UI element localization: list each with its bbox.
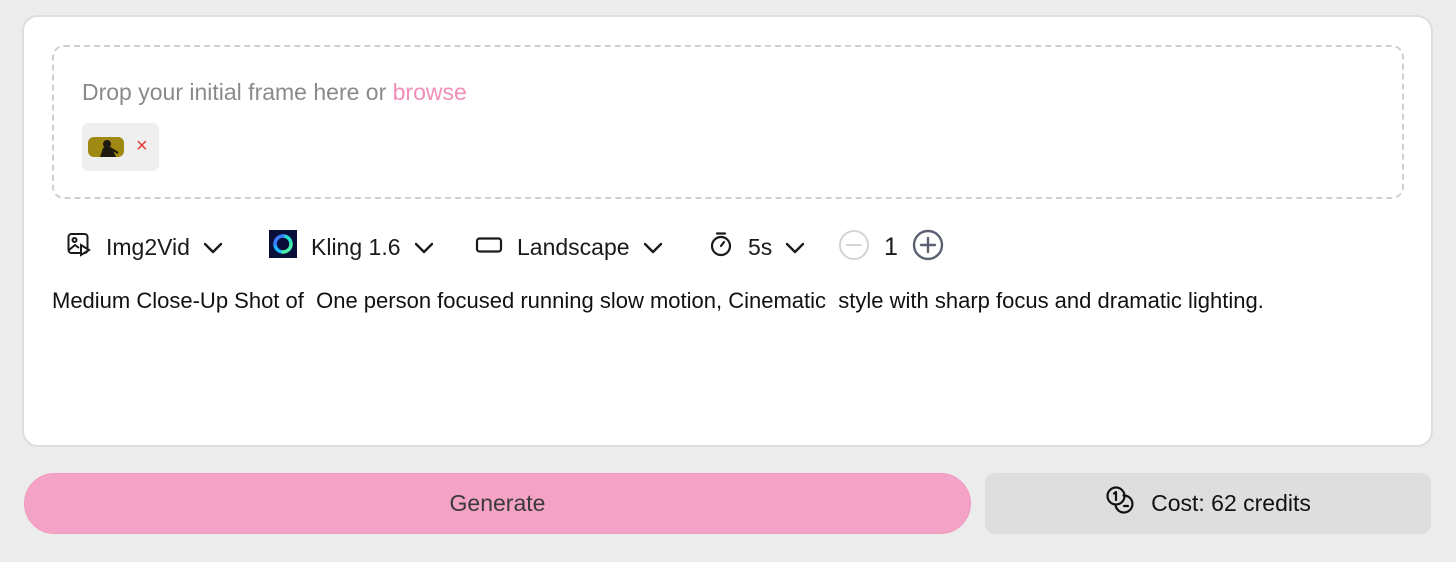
cost-label: Cost: 62 credits [1151,490,1311,516]
cost-display-button[interactable]: Cost: 62 credits [985,473,1431,534]
mode-dropdown[interactable]: Img2Vid [66,227,224,267]
generation-card: Drop your initial frame here or browse × [22,15,1433,447]
quantity-value: 1 [884,232,898,261]
image-to-video-icon [66,231,92,263]
dropzone-prompt-text: Drop your initial frame here or [82,79,393,105]
model-dropdown[interactable]: Kling 1.6 [269,227,435,267]
uploaded-frame-thumbnail[interactable] [88,137,124,157]
frame-dropzone[interactable]: Drop your initial frame here or browse × [52,45,1404,199]
aspect-label: Landscape [517,233,630,260]
increment-button[interactable] [912,229,944,266]
dropzone-instructions: Drop your initial frame here or browse [82,79,467,106]
landscape-rectangle-icon [475,234,503,261]
chevron-down-icon [413,234,435,261]
generate-button[interactable]: Generate [24,473,971,534]
duration-label: 5s [748,233,773,260]
quantity-stepper: 1 [838,227,944,267]
chevron-down-icon [202,234,224,261]
mode-label: Img2Vid [106,233,190,260]
prompt-textarea[interactable]: Medium Close-Up Shot of One person focus… [52,284,1382,318]
model-label: Kling 1.6 [311,233,401,260]
remove-frame-icon[interactable]: × [136,136,148,156]
chevron-down-icon [642,234,664,261]
duration-dropdown[interactable]: 5s [708,227,806,267]
chevron-down-icon [784,234,806,261]
kling-logo-icon [269,230,297,264]
aspect-dropdown[interactable]: Landscape [475,227,664,267]
uploaded-frame-chip: × [82,123,159,171]
decrement-button[interactable] [838,229,870,266]
options-toolbar: Img2Vid Kling 1.6 Landscape 5s 1 [24,227,1431,267]
stopwatch-icon [708,230,734,264]
browse-link[interactable]: browse [393,79,467,105]
credits-coins-icon [1105,485,1139,523]
